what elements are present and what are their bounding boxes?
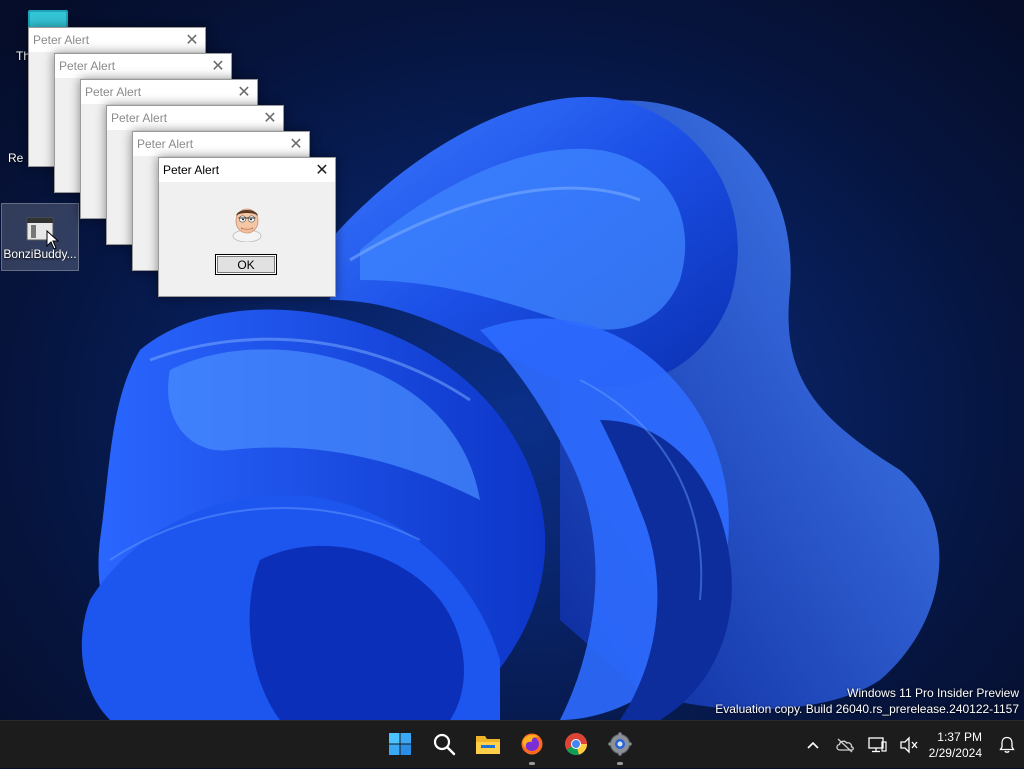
- search-icon[interactable]: [424, 721, 464, 767]
- close-icon[interactable]: ✕: [309, 158, 335, 182]
- close-icon[interactable]: ✕: [283, 132, 309, 156]
- running-indicator: [617, 762, 623, 765]
- watermark-build: Evaluation copy. Build 26040.rs_prerelea…: [715, 702, 1019, 716]
- dialog-titlebar[interactable]: Peter Alert ✕: [29, 28, 205, 52]
- desktop[interactable]: Th Re BonziBuddy... Peter Alert ✕ Peter …: [0, 0, 1024, 720]
- dialog-title: Peter Alert: [163, 163, 220, 177]
- dialog-title: Peter Alert: [33, 33, 90, 47]
- file-explorer-icon[interactable]: [468, 721, 508, 767]
- dialog-title: Peter Alert: [85, 85, 142, 99]
- chevron-up-icon[interactable]: [797, 725, 829, 765]
- taskbar[interactable]: 1:37 PM 2/29/2024: [0, 720, 1024, 768]
- chrome-icon[interactable]: [556, 721, 596, 767]
- watermark-edition: Windows 11 Pro Insider Preview: [847, 686, 1019, 700]
- dialog-titlebar[interactable]: Peter Alert ✕: [133, 132, 309, 156]
- close-icon[interactable]: ✕: [257, 106, 283, 130]
- close-icon[interactable]: ✕: [179, 28, 205, 52]
- settings-icon[interactable]: [600, 721, 640, 767]
- bell-icon[interactable]: [990, 725, 1024, 765]
- dialog-content: OK: [159, 182, 335, 296]
- volume-muted-icon[interactable]: [893, 725, 925, 765]
- clock-time: 1:37 PM: [937, 730, 982, 744]
- peter-griffin-icon: [232, 208, 262, 242]
- dialog-title: Peter Alert: [59, 59, 116, 73]
- dialog-titlebar[interactable]: Peter Alert ✕: [55, 54, 231, 78]
- dialog-titlebar[interactable]: Peter Alert ✕: [107, 106, 283, 130]
- mouse-cursor-icon: [46, 230, 60, 250]
- evaluation-watermark: Windows 11 Pro Insider Preview Evaluatio…: [715, 685, 1019, 717]
- peter-alert-dialog-active[interactable]: Peter Alert ✕ OK: [158, 157, 336, 297]
- close-icon[interactable]: ✕: [205, 54, 231, 78]
- taskbar-clock[interactable]: 1:37 PM 2/29/2024: [925, 729, 990, 761]
- ok-button[interactable]: OK: [215, 254, 277, 275]
- network-icon[interactable]: [861, 725, 893, 765]
- dialog-titlebar[interactable]: Peter Alert ✕: [159, 158, 335, 182]
- close-icon[interactable]: ✕: [231, 80, 257, 104]
- taskbar-pinned-apps: [380, 721, 640, 769]
- desktop-icon-label: BonziBuddy...: [3, 247, 77, 261]
- desktop-icon-bonzibuddy[interactable]: BonziBuddy...: [1, 203, 79, 271]
- dialog-titlebar[interactable]: Peter Alert ✕: [81, 80, 257, 104]
- clock-date: 2/29/2024: [928, 746, 982, 760]
- onedrive-offline-icon[interactable]: [829, 725, 861, 765]
- dialog-title: Peter Alert: [111, 111, 168, 125]
- firefox-icon[interactable]: [512, 721, 552, 767]
- dialog-title: Peter Alert: [137, 137, 194, 151]
- running-indicator: [529, 762, 535, 765]
- system-tray: 1:37 PM 2/29/2024: [797, 721, 1024, 769]
- windows-start-icon[interactable]: [380, 721, 420, 767]
